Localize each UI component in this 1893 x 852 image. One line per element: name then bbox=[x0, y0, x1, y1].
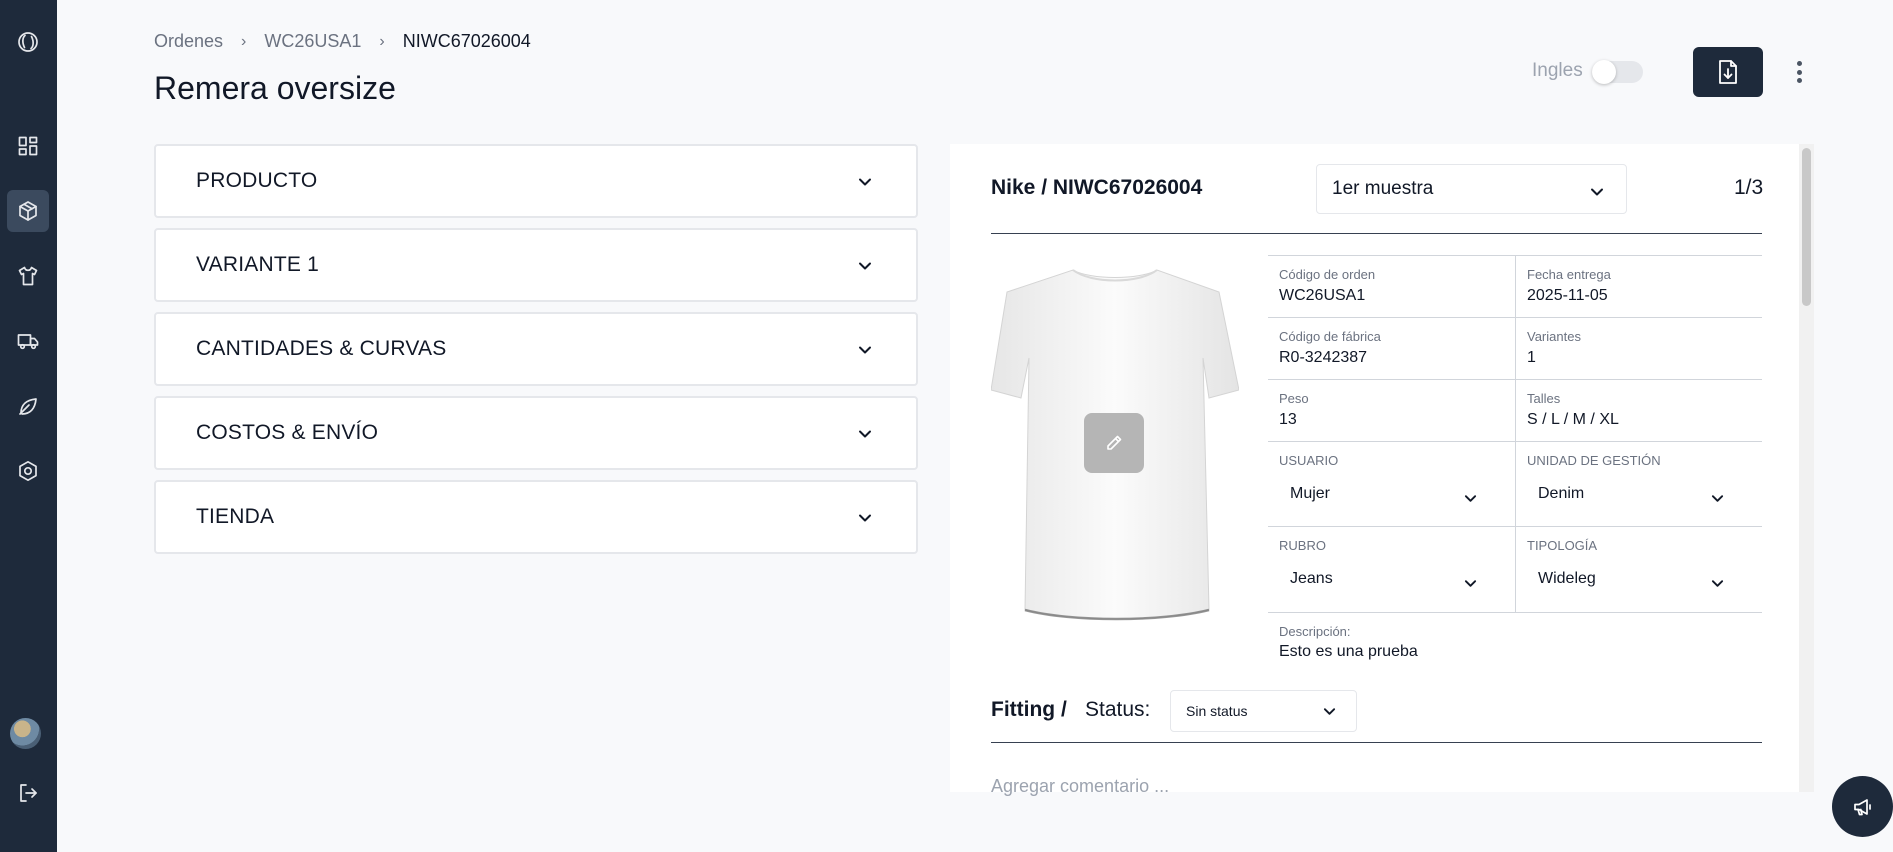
field-label: Código de orden bbox=[1279, 267, 1376, 282]
download-button[interactable] bbox=[1693, 47, 1763, 97]
field-label: TIPOLOGÍA bbox=[1527, 538, 1598, 553]
field-value: WC26USA1 bbox=[1279, 287, 1366, 304]
select-value: Denim bbox=[1538, 485, 1585, 502]
breadcrumb-item-order[interactable]: WC26USA1 bbox=[264, 31, 361, 52]
divider bbox=[1268, 612, 1762, 613]
page-count: 1/3 bbox=[1734, 176, 1764, 199]
settings-icon[interactable] bbox=[7, 450, 49, 492]
select-value: Wideleg bbox=[1538, 570, 1596, 587]
truck-icon[interactable] bbox=[7, 320, 49, 362]
orders-box-icon[interactable] bbox=[7, 190, 49, 232]
sample-select[interactable]: 1er muestra bbox=[1316, 164, 1627, 214]
category-select[interactable]: RUBRO Jeans bbox=[1268, 526, 1515, 612]
status-label: Status: bbox=[1085, 698, 1151, 721]
field-delivery-date: Fecha entrega 2025-11-05 bbox=[1515, 255, 1762, 317]
chevron-right-icon: › bbox=[379, 32, 385, 50]
chevron-down-icon bbox=[1464, 492, 1477, 505]
management-unit-select[interactable]: UNIDAD DE GESTIÓN Denim bbox=[1515, 441, 1762, 526]
description-label: Descripción: bbox=[1279, 624, 1351, 639]
section-producto[interactable]: PRODUCTO bbox=[154, 144, 918, 218]
field-sizes: Talles S / L / M / XL bbox=[1515, 379, 1762, 441]
chevron-down-icon bbox=[858, 511, 872, 525]
chevron-right-icon: › bbox=[241, 32, 247, 50]
section-label: PRODUCTO bbox=[196, 169, 318, 192]
section-label: VARIANTE 1 bbox=[196, 253, 319, 276]
section-label: CANTIDADES & CURVAS bbox=[196, 337, 447, 360]
detail-title: Nike / NIWC67026004 bbox=[991, 176, 1203, 199]
select-value: Jeans bbox=[1290, 570, 1333, 587]
leaf-icon[interactable] bbox=[7, 385, 49, 427]
status-select-value: Sin status bbox=[1186, 703, 1248, 719]
chevron-down-icon bbox=[1711, 492, 1724, 505]
chevron-down-icon bbox=[858, 259, 872, 273]
megaphone-icon bbox=[1853, 798, 1871, 815]
field-label: Fecha entrega bbox=[1527, 267, 1611, 282]
breadcrumb-item-current: NIWC67026004 bbox=[402, 31, 531, 51]
field-value: 2025-11-05 bbox=[1527, 287, 1608, 304]
sample-select-value: 1er muestra bbox=[1332, 178, 1434, 199]
feedback-button[interactable] bbox=[1832, 776, 1893, 837]
kebab-menu-icon[interactable] bbox=[1788, 57, 1810, 87]
status-select[interactable]: Sin status bbox=[1170, 690, 1357, 732]
comment-input[interactable]: Agregar comentario ... bbox=[991, 776, 1169, 797]
toggle-knob bbox=[1592, 60, 1616, 84]
fitting-label: Fitting / bbox=[991, 698, 1067, 721]
file-download-icon bbox=[1719, 60, 1737, 84]
panel-scrollbar[interactable] bbox=[1799, 144, 1814, 792]
field-label: Variantes bbox=[1527, 329, 1581, 344]
field-label: UNIDAD DE GESTIÓN bbox=[1527, 453, 1661, 468]
breadcrumb-item-orders[interactable]: Ordenes bbox=[154, 31, 223, 52]
section-cantidades-curvas[interactable]: CANTIDADES & CURVAS bbox=[154, 312, 918, 386]
page-title: Remera oversize bbox=[154, 70, 396, 106]
pencil-icon bbox=[1107, 435, 1122, 450]
field-order-code: Código de orden WC26USA1 bbox=[1268, 255, 1515, 317]
section-tienda[interactable]: TIENDA bbox=[154, 480, 918, 554]
edit-image-button[interactable] bbox=[1084, 413, 1144, 473]
typology-select[interactable]: TIPOLOGÍA Wideleg bbox=[1515, 526, 1762, 612]
section-costos-envio[interactable]: COSTOS & ENVÍO bbox=[154, 396, 918, 470]
logout-icon[interactable] bbox=[7, 772, 49, 814]
chevron-down-icon bbox=[1590, 183, 1604, 197]
field-label: USUARIO bbox=[1279, 453, 1339, 468]
field-weight: Peso 13 bbox=[1268, 379, 1515, 441]
section-variante-1[interactable]: VARIANTE 1 bbox=[154, 228, 918, 302]
field-label: Código de fábrica bbox=[1279, 329, 1381, 344]
field-label: RUBRO bbox=[1279, 538, 1326, 553]
field-factory-code: Código de fábrica R0-3242387 bbox=[1268, 317, 1515, 379]
divider bbox=[991, 742, 1762, 743]
field-value: 13 bbox=[1279, 411, 1297, 428]
chevron-down-icon bbox=[1323, 705, 1336, 718]
user-select[interactable]: USUARIO Mujer bbox=[1268, 441, 1515, 526]
chevron-down-icon bbox=[1711, 577, 1724, 590]
field-label: Peso bbox=[1279, 391, 1309, 406]
logo-icon[interactable] bbox=[7, 21, 49, 63]
language-label: Ingles bbox=[1532, 60, 1583, 81]
dashboard-icon[interactable] bbox=[7, 125, 49, 167]
scrollbar-thumb[interactable] bbox=[1802, 148, 1811, 306]
chevron-down-icon bbox=[858, 427, 872, 441]
chevron-down-icon bbox=[858, 343, 872, 357]
chevron-down-icon bbox=[1464, 577, 1477, 590]
section-label: COSTOS & ENVÍO bbox=[196, 421, 379, 444]
divider bbox=[991, 233, 1762, 234]
field-variants: Variantes 1 bbox=[1515, 317, 1762, 379]
sidebar bbox=[0, 0, 57, 852]
select-value: Mujer bbox=[1290, 485, 1331, 502]
field-value: 1 bbox=[1527, 349, 1536, 366]
field-label: Talles bbox=[1527, 391, 1561, 406]
field-value: S / L / M / XL bbox=[1527, 411, 1619, 428]
avatar[interactable] bbox=[10, 718, 41, 749]
chevron-down-icon bbox=[858, 175, 872, 189]
description-value: Esto es una prueba bbox=[1279, 643, 1418, 660]
section-label: TIENDA bbox=[196, 505, 275, 528]
field-value: R0-3242387 bbox=[1279, 349, 1368, 366]
breadcrumb: Ordenes › WC26USA1 › NIWC67026004 bbox=[154, 31, 531, 52]
tshirt-icon[interactable] bbox=[7, 255, 49, 297]
language-toggle[interactable] bbox=[1592, 60, 1643, 84]
